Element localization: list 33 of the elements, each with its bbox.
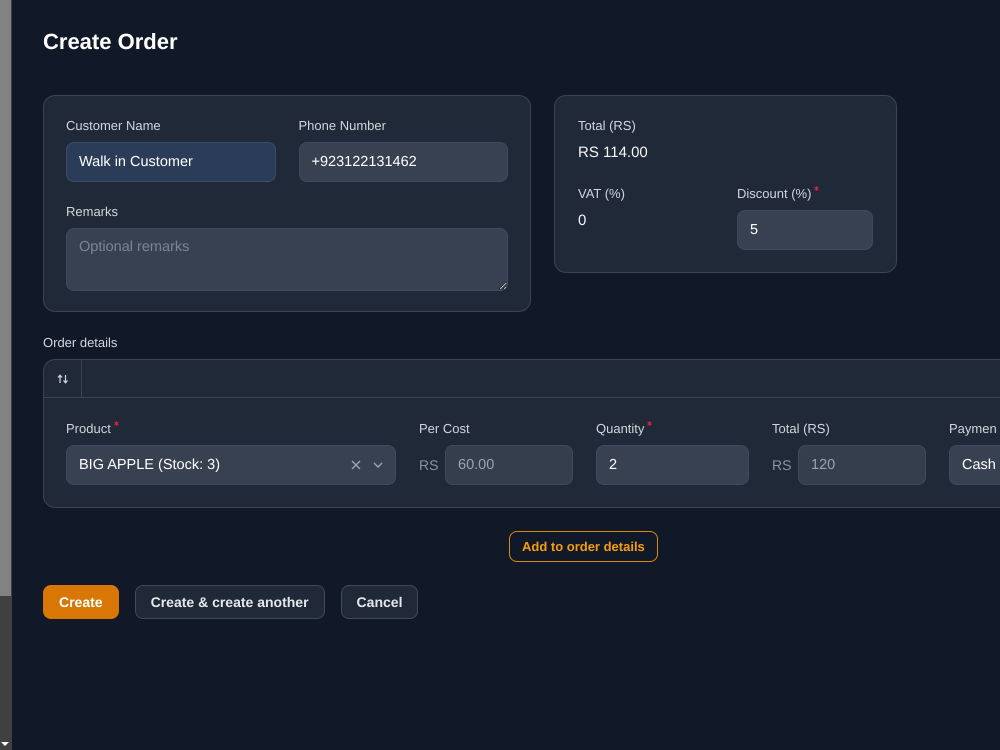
- product-dropdown[interactable]: BIG APPLE (Stock: 3): [66, 445, 396, 485]
- payment-dropdown[interactable]: Cash: [949, 445, 1000, 485]
- clear-x-icon[interactable]: [351, 460, 361, 470]
- field-label: Quantity: [596, 421, 644, 437]
- remarks-field[interactable]: Optional remarks: [66, 228, 508, 291]
- field-label: Discount (%): [737, 186, 812, 202]
- customer-name-field[interactable]: Walk in Customer: [66, 142, 276, 182]
- scrollbar-track[interactable]: [0, 0, 12, 750]
- field-label: Total (RS): [772, 421, 830, 437]
- field-label: Remarks: [66, 204, 118, 220]
- field-label: Total (RS): [578, 118, 636, 134]
- vat-value: 0: [578, 211, 586, 231]
- secondary-button[interactable]: Create & create another: [134, 585, 325, 619]
- currency-prefix: RS: [772, 457, 792, 473]
- currency-prefix: RS: [419, 457, 440, 473]
- total-value: RS 114.00: [578, 143, 648, 163]
- up-down-arrows-icon[interactable]: [56, 374, 68, 384]
- field-label: VAT (%): [578, 186, 625, 202]
- section-label: Order details: [43, 335, 118, 351]
- number-field[interactable]: 2: [596, 445, 749, 485]
- secondary-button[interactable]: Cancel: [340, 585, 418, 619]
- field-label: Phone Number: [298, 118, 386, 134]
- field-label: Product: [66, 421, 111, 437]
- discount-field[interactable]: 5: [737, 210, 873, 250]
- field-label: Customer Name: [66, 118, 161, 134]
- phone-number-field[interactable]: +923122131462: [298, 142, 508, 182]
- field-label: Paymen: [949, 421, 997, 437]
- add-to-order-button[interactable]: Add to order details: [509, 531, 658, 562]
- chevron-down-icon: [373, 462, 383, 468]
- field-label: Per Cost: [419, 421, 470, 437]
- page-title: Create Order: [43, 29, 178, 55]
- scroll-down-arrow-icon[interactable]: [1, 742, 9, 746]
- scrollbar-thumb[interactable]: [0, 0, 11, 596]
